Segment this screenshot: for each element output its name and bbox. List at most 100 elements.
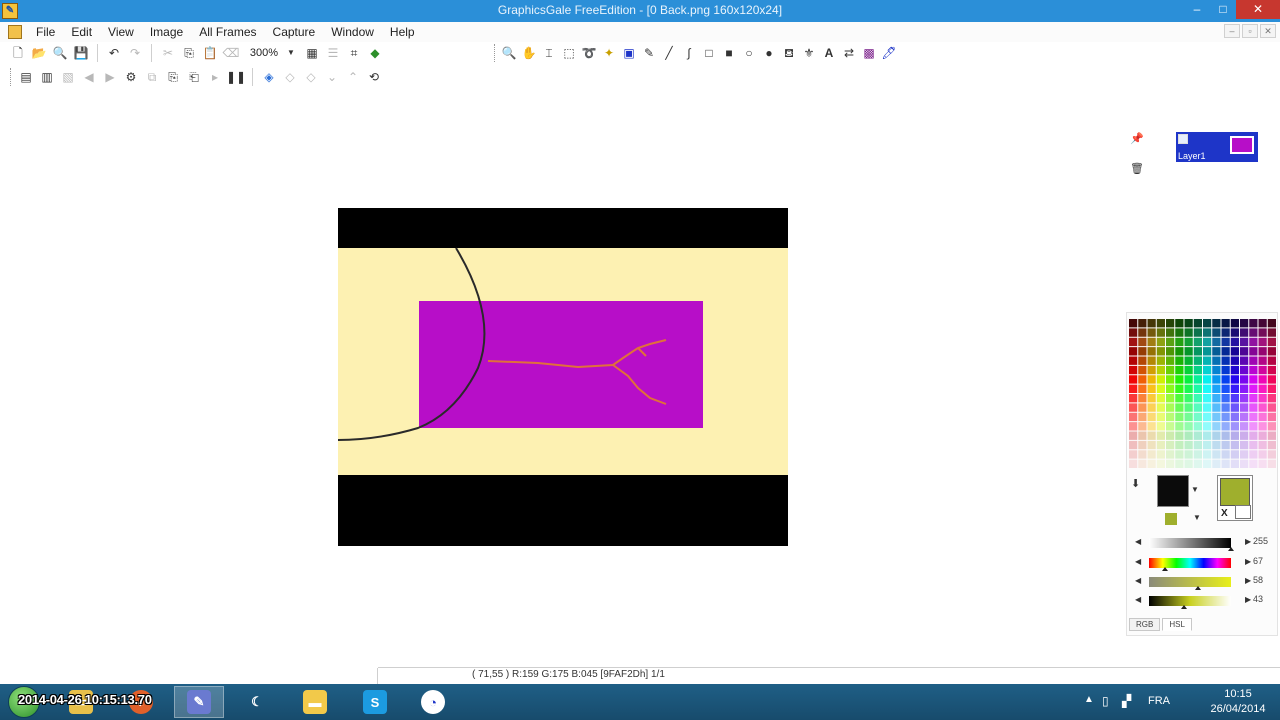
- palette-swatch[interactable]: [1156, 375, 1165, 384]
- palette-swatch[interactable]: [1230, 440, 1239, 450]
- palette-swatch[interactable]: [1249, 440, 1258, 450]
- palette-swatch[interactable]: [1230, 403, 1239, 412]
- onion-icon[interactable]: ◈: [261, 69, 277, 85]
- gradation-icon[interactable]: ▩: [861, 45, 877, 61]
- palette-swatch[interactable]: [1138, 319, 1147, 328]
- palette-swatch[interactable]: [1129, 384, 1138, 394]
- palette-swatch[interactable]: [1156, 337, 1165, 347]
- palette-swatch[interactable]: [1129, 431, 1138, 440]
- palette-swatch[interactable]: [1267, 422, 1276, 431]
- delete-frame-icon[interactable]: ⎗: [186, 69, 202, 85]
- palette-swatch[interactable]: [1212, 328, 1221, 337]
- palette-swatch[interactable]: [1156, 431, 1165, 440]
- exchange-colors-label[interactable]: X: [1221, 508, 1228, 519]
- palette-swatch[interactable]: [1240, 412, 1249, 422]
- text-icon[interactable]: A: [821, 45, 837, 61]
- palette-swatch[interactable]: [1240, 394, 1249, 403]
- saturation-slider[interactable]: ◀ ▶ 58: [1133, 575, 1273, 590]
- ellipse-icon[interactable]: ○: [741, 45, 757, 61]
- palette-swatch[interactable]: [1221, 403, 1230, 412]
- palette-swatch[interactable]: [1240, 440, 1249, 450]
- palette-swatch[interactable]: [1147, 384, 1156, 394]
- palette-swatch[interactable]: [1193, 328, 1202, 337]
- taskbar-app[interactable]: ☾: [232, 686, 282, 718]
- palette-swatch[interactable]: [1249, 403, 1258, 412]
- palette-swatch[interactable]: [1258, 440, 1267, 450]
- palette-swatch[interactable]: [1203, 412, 1212, 422]
- chevron-down-icon[interactable]: ▼: [1191, 485, 1199, 494]
- palette-swatch[interactable]: [1147, 319, 1156, 328]
- chevron-down-icon[interactable]: ▼: [1193, 513, 1201, 522]
- palette-swatch[interactable]: [1249, 356, 1258, 365]
- lasso-icon[interactable]: ➰: [581, 45, 597, 61]
- palette-swatch[interactable]: [1129, 319, 1138, 328]
- palette-swatch[interactable]: [1203, 319, 1212, 328]
- palette-swatch[interactable]: [1129, 365, 1138, 375]
- minimize-button[interactable]: –: [1184, 0, 1210, 19]
- next-frame-icon[interactable]: ▶: [102, 69, 118, 85]
- palette-swatch[interactable]: [1166, 450, 1175, 459]
- paste-icon[interactable]: 📋: [202, 45, 218, 61]
- palette-swatch[interactable]: [1138, 328, 1147, 337]
- palette-swatch[interactable]: [1221, 422, 1230, 431]
- palette-swatch[interactable]: [1230, 356, 1239, 365]
- palette-swatch[interactable]: [1203, 450, 1212, 459]
- palette-swatch[interactable]: [1129, 450, 1138, 459]
- cut-icon[interactable]: ✂: [160, 45, 176, 61]
- palette-swatch[interactable]: [1221, 328, 1230, 337]
- palette-swatch[interactable]: [1240, 431, 1249, 440]
- palette-swatch[interactable]: [1147, 365, 1156, 375]
- palette-swatch[interactable]: [1221, 356, 1230, 365]
- palette-swatch[interactable]: [1240, 450, 1249, 459]
- battery-icon[interactable]: ▯: [1102, 694, 1109, 708]
- mdi-restore-button[interactable]: ▫: [1242, 24, 1258, 38]
- palette-swatch[interactable]: [1156, 319, 1165, 328]
- palette-swatch[interactable]: [1258, 403, 1267, 412]
- palette-swatch[interactable]: [1184, 450, 1193, 459]
- menu-edit[interactable]: Edit: [63, 25, 100, 39]
- transparent-color[interactable]: ▼: [1157, 511, 1201, 527]
- palette-swatch[interactable]: [1184, 431, 1193, 440]
- palette-swatch[interactable]: [1129, 375, 1138, 384]
- palette-swatch[interactable]: [1249, 365, 1258, 375]
- palette-swatch[interactable]: [1138, 347, 1147, 356]
- slider-right-arrow-icon[interactable]: ▶: [1245, 537, 1251, 546]
- palette-swatch[interactable]: [1212, 459, 1221, 469]
- slider-right-arrow-icon[interactable]: ▶: [1245, 595, 1251, 604]
- palette-swatch[interactable]: [1230, 347, 1239, 356]
- network-icon[interactable]: ▞: [1122, 694, 1131, 708]
- menu-file[interactable]: File: [28, 25, 63, 39]
- palette-swatch[interactable]: [1147, 356, 1156, 365]
- pin-icon[interactable]: 📌: [1130, 132, 1144, 145]
- menu-help[interactable]: Help: [382, 25, 423, 39]
- palette-swatch[interactable]: [1249, 375, 1258, 384]
- palette-swatch[interactable]: [1203, 337, 1212, 347]
- palette-swatch[interactable]: [1166, 422, 1175, 431]
- palette-swatch[interactable]: [1193, 384, 1202, 394]
- zoom-tool-icon[interactable]: 🔍: [501, 45, 517, 61]
- palette-swatch[interactable]: [1267, 356, 1276, 365]
- nav-next-icon[interactable]: ⌃: [345, 69, 361, 85]
- palette-swatch[interactable]: [1129, 328, 1138, 337]
- palette-swatch[interactable]: [1221, 319, 1230, 328]
- frame-sheet-icon[interactable]: ▧: [60, 69, 76, 85]
- replace-color-icon[interactable]: ⇄: [841, 45, 857, 61]
- palette-swatch[interactable]: [1230, 319, 1239, 328]
- palette-swatch[interactable]: [1175, 431, 1184, 440]
- palette-swatch[interactable]: [1175, 328, 1184, 337]
- palette-swatch[interactable]: [1212, 384, 1221, 394]
- tab-rgb[interactable]: RGB: [1129, 618, 1161, 631]
- swap-color-swatch[interactable]: [1235, 505, 1251, 519]
- palette-swatch[interactable]: [1175, 375, 1184, 384]
- palette-swatch[interactable]: [1212, 450, 1221, 459]
- palette-swatch[interactable]: [1184, 319, 1193, 328]
- palette-swatch[interactable]: [1249, 431, 1258, 440]
- palette-swatch[interactable]: [1193, 403, 1202, 412]
- palette-swatch[interactable]: [1138, 412, 1147, 422]
- palette-swatch[interactable]: [1267, 431, 1276, 440]
- palette-swatch[interactable]: [1129, 422, 1138, 431]
- palette-swatch[interactable]: [1212, 365, 1221, 375]
- palette-swatch[interactable]: [1240, 319, 1249, 328]
- onion-next-icon[interactable]: ◇: [303, 69, 319, 85]
- menu-view[interactable]: View: [100, 25, 142, 39]
